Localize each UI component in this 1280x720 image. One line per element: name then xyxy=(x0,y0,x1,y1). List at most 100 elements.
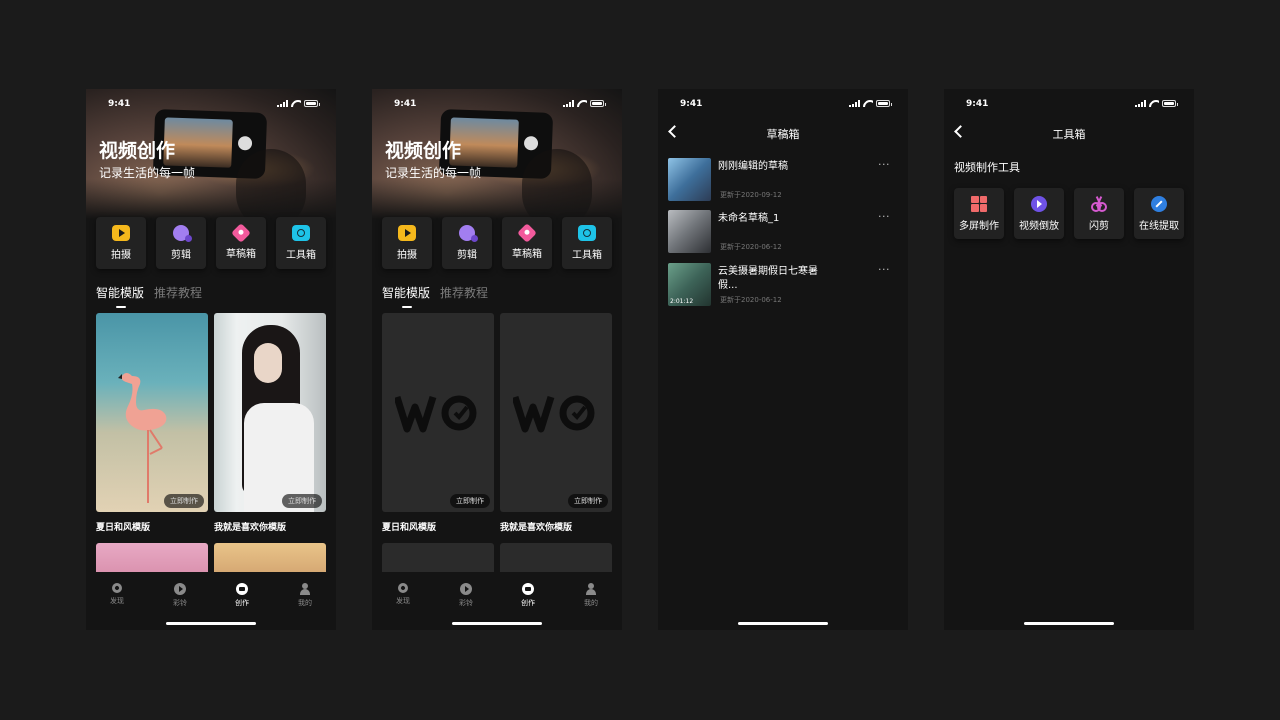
draft-name: 未命名草稿_1 xyxy=(718,213,780,224)
tab-tutorials[interactable]: 推荐教程 xyxy=(154,284,202,301)
make-now-button[interactable]: 立即制作 xyxy=(164,494,204,508)
action-edit-button[interactable]: 剪辑 xyxy=(156,217,206,269)
action-drafts-button[interactable]: 草稿箱 xyxy=(502,217,552,269)
wifi-icon xyxy=(863,100,873,107)
tool-online-extract-button[interactable]: 在线提取 xyxy=(1134,188,1184,239)
home-indicator xyxy=(166,622,256,625)
toolbox-screen: 9:41 工具箱 视频制作工具 多屏制作 视频倒放 闪剪 在线提取 xyxy=(944,89,1194,630)
home-indicator xyxy=(738,622,828,625)
battery-icon xyxy=(1162,100,1178,107)
page-title: 工具箱 xyxy=(1052,128,1086,141)
nav-discover[interactable]: 发现 xyxy=(378,580,428,606)
nav-ringtone[interactable]: 彩铃 xyxy=(441,583,491,608)
hero-subtitle: 记录生活的每一帧 xyxy=(99,166,196,180)
nav-label: 创作 xyxy=(235,599,249,607)
quick-actions: 拍摄 剪辑 草稿箱 工具箱 xyxy=(96,217,326,269)
draft-thumbnail xyxy=(668,210,711,253)
template-card-placeholder[interactable]: 立即制作 xyxy=(500,313,612,512)
action-label: 草稿箱 xyxy=(226,249,256,260)
draft-item[interactable]: 刚刚编辑的草稿 更新于2020-09-12 ··· xyxy=(668,158,898,202)
video-camera-icon xyxy=(112,225,130,241)
status-bar: 9:41 xyxy=(944,89,1194,119)
wo-logo xyxy=(382,313,494,512)
action-shoot-button[interactable]: 拍摄 xyxy=(382,217,432,269)
more-options-icon[interactable]: ··· xyxy=(878,158,890,171)
draft-date: 更新于2020-09-12 xyxy=(720,191,782,199)
make-now-button[interactable]: 立即制作 xyxy=(568,494,608,508)
status-time: 9:41 xyxy=(108,99,131,109)
draft-duration: 2:01:12 xyxy=(670,298,694,305)
drafts-screen: 9:41 草稿箱 刚刚编辑的草稿 更新于2020-09-12 ··· 未命名草稿… xyxy=(658,89,908,630)
nav-label: 我的 xyxy=(298,599,312,607)
make-now-button[interactable]: 立即制作 xyxy=(282,494,322,508)
play-icon xyxy=(460,583,472,595)
tab-smart-templates[interactable]: 智能模版 xyxy=(96,284,144,308)
flamingo-image xyxy=(118,373,167,503)
nav-mine[interactable]: 我的 xyxy=(566,583,616,608)
template-title: 夏日和风模版 xyxy=(96,523,151,533)
create-screen-placeholders: 9:41 视频创作 记录生活的每一帧 拍摄 剪辑 草稿箱 工具箱 智能模版 推荐… xyxy=(372,89,622,630)
template-card-placeholder[interactable]: 立即制作 xyxy=(382,313,494,512)
template-card[interactable]: 立即制作 xyxy=(214,313,326,512)
more-options-icon[interactable]: ··· xyxy=(878,263,890,276)
user-icon xyxy=(299,583,311,595)
nav-create[interactable]: 创作 xyxy=(217,583,267,608)
tool-flash-cut-button[interactable]: 闪剪 xyxy=(1074,188,1124,239)
battery-icon xyxy=(590,100,606,107)
nav-label: 创作 xyxy=(521,599,535,607)
tool-label: 闪剪 xyxy=(1089,220,1109,232)
nav-label: 发现 xyxy=(110,597,124,605)
template-card[interactable]: 立即制作 xyxy=(96,313,208,512)
hero-title: 视频创作 xyxy=(385,140,462,162)
action-label: 拍摄 xyxy=(111,250,131,261)
tool-label: 视频倒放 xyxy=(1019,220,1059,232)
action-drafts-button[interactable]: 草稿箱 xyxy=(216,217,266,269)
draft-name: 刚刚编辑的草稿 xyxy=(718,161,788,172)
status-bar: 9:41 xyxy=(372,89,622,119)
nav-header: 草稿箱 xyxy=(658,119,908,147)
drafts-icon xyxy=(517,223,537,243)
tool-multi-screen-button[interactable]: 多屏制作 xyxy=(954,188,1004,239)
section-title: 视频制作工具 xyxy=(954,161,1020,174)
battery-icon xyxy=(876,100,892,107)
draft-date: 更新于2020-06-12 xyxy=(720,296,782,304)
video-camera-icon xyxy=(398,225,416,241)
tool-reverse-button[interactable]: 视频倒放 xyxy=(1014,188,1064,239)
action-toolbox-button[interactable]: 工具箱 xyxy=(276,217,326,269)
play-icon xyxy=(174,583,186,595)
nav-create[interactable]: 创作 xyxy=(503,583,553,608)
bottom-nav: 发现 彩铃 创作 我的 xyxy=(372,572,622,630)
hero-title: 视频创作 xyxy=(99,140,176,162)
cellular-signal-icon xyxy=(1135,100,1146,107)
tab-tutorials[interactable]: 推荐教程 xyxy=(440,284,488,301)
draft-date: 更新于2020-06-12 xyxy=(720,243,782,251)
wifi-icon xyxy=(577,100,587,107)
nav-label: 我的 xyxy=(584,599,598,607)
quick-actions: 拍摄 剪辑 草稿箱 工具箱 xyxy=(382,217,612,269)
draft-item[interactable]: 未命名草稿_1 更新于2020-06-12 ··· xyxy=(668,210,898,254)
eye-icon xyxy=(395,580,411,596)
nav-mine[interactable]: 我的 xyxy=(280,583,330,608)
cellular-signal-icon xyxy=(563,100,574,107)
home-indicator xyxy=(1024,622,1114,625)
multi-screen-icon xyxy=(971,195,987,212)
action-edit-button[interactable]: 剪辑 xyxy=(442,217,492,269)
camera-icon xyxy=(236,583,248,595)
template-title: 我就是喜欢你模版 xyxy=(500,523,573,533)
make-now-button[interactable]: 立即制作 xyxy=(450,494,490,508)
nav-discover[interactable]: 发现 xyxy=(92,580,142,606)
edit-clip-icon xyxy=(459,225,478,242)
action-shoot-button[interactable]: 拍摄 xyxy=(96,217,146,269)
draft-item[interactable]: 2:01:12 云美摄暑期假日七寒暑假... 更新于2020-06-12 ··· xyxy=(668,263,898,307)
template-title: 我就是喜欢你模版 xyxy=(214,523,287,533)
wifi-icon xyxy=(291,100,301,107)
action-toolbox-button[interactable]: 工具箱 xyxy=(562,217,612,269)
status-time: 9:41 xyxy=(966,99,989,109)
nav-ringtone[interactable]: 彩铃 xyxy=(155,583,205,608)
more-options-icon[interactable]: ··· xyxy=(878,210,890,223)
tool-label: 在线提取 xyxy=(1139,220,1179,232)
user-icon xyxy=(585,583,597,595)
tool-grid: 多屏制作 视频倒放 闪剪 在线提取 xyxy=(954,188,1184,239)
toolbox-icon xyxy=(578,225,596,241)
tab-smart-templates[interactable]: 智能模版 xyxy=(382,284,430,308)
